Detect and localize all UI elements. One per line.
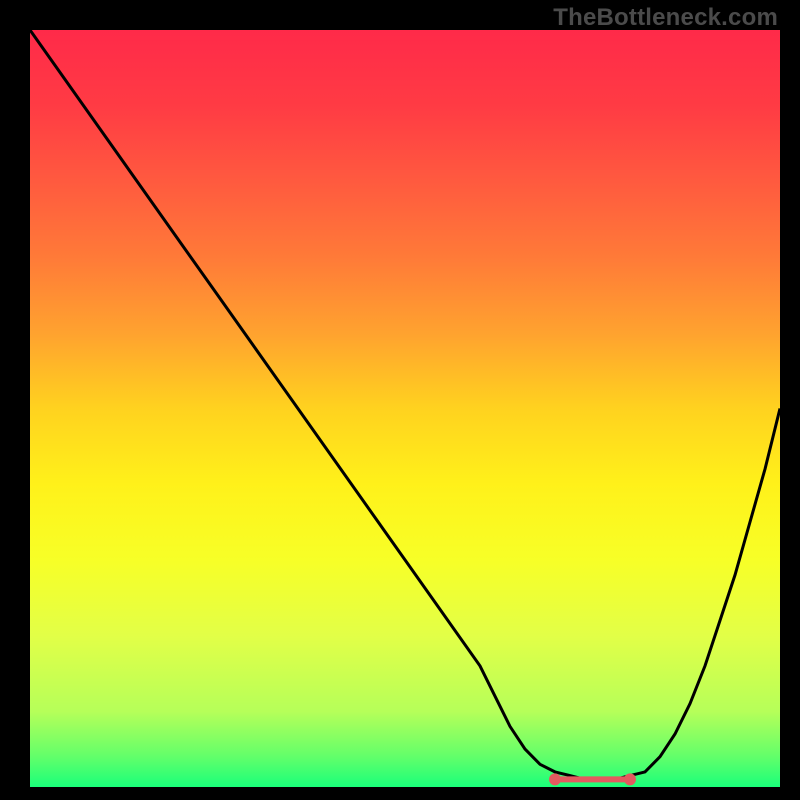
optimal-range-dot-left <box>549 773 561 785</box>
watermark-text: TheBottleneck.com <box>553 4 778 32</box>
plot-background <box>30 30 780 787</box>
bottleneck-chart <box>0 0 800 800</box>
chart-frame: TheBottleneck.com <box>0 0 800 800</box>
optimal-range-dot-right <box>624 773 636 785</box>
